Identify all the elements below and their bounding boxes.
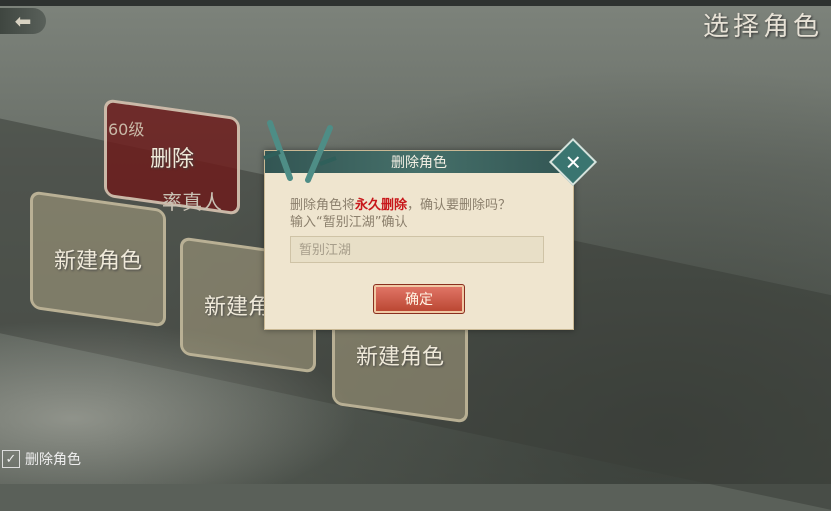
message-suffix: ，确认要删除吗？ xyxy=(407,198,512,213)
delete-overlay-label: 删除 xyxy=(149,146,194,172)
message-line2: 输入“暂别江湖”确认 xyxy=(290,215,408,230)
arrow-left-icon: ⬅ xyxy=(14,9,32,33)
delete-character-label: 删除角色 xyxy=(25,452,81,468)
new-character-label: 新建角色 xyxy=(355,344,444,370)
confirm-text-input[interactable]: 暂别江湖 xyxy=(290,236,544,263)
delete-character-toggle[interactable]: ✓ 删除角色 xyxy=(2,449,81,469)
message-prefix: 删除角色将 xyxy=(290,198,356,213)
new-character-slot-1[interactable]: 新建角色 xyxy=(30,190,166,328)
close-icon: ✕ xyxy=(564,149,582,174)
checkbox[interactable]: ✓ xyxy=(2,450,20,468)
new-character-label: 新建角色 xyxy=(53,248,142,274)
confirm-button[interactable]: 确定 xyxy=(373,284,465,314)
message-warning: 永久删除 xyxy=(355,198,408,213)
dialog-message: 删除角色将永久删除，确认要删除吗？ 输入“暂别江湖”确认 xyxy=(290,197,511,231)
back-button[interactable]: ⬅ xyxy=(0,8,46,34)
character-name: 率真人 xyxy=(162,190,222,214)
check-icon: ✓ xyxy=(5,451,17,467)
page-title: 选择角色 xyxy=(702,12,823,42)
character-level: 60级 xyxy=(108,120,145,139)
swords-decoration-icon xyxy=(263,120,337,183)
